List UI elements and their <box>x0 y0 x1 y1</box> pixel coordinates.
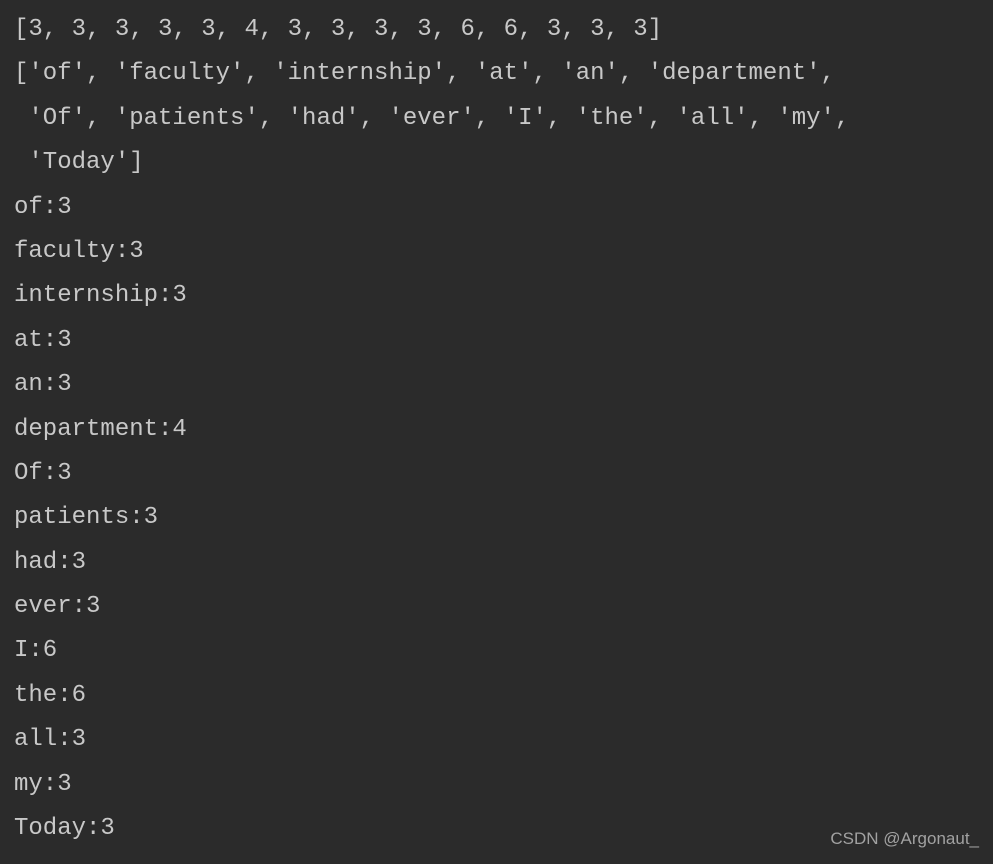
words-list-line: ['of', 'faculty', 'internship', 'at', 'a… <box>14 52 979 185</box>
watermark-text: CSDN @Argonaut_ <box>830 823 979 854</box>
word-count-line: Of:3 <box>14 452 979 496</box>
word-count-line: an:3 <box>14 363 979 407</box>
console-output: [3, 3, 3, 3, 3, 4, 3, 3, 3, 3, 6, 6, 3, … <box>14 8 979 851</box>
word-count-line: at:3 <box>14 319 979 363</box>
word-count-line: my:3 <box>14 763 979 807</box>
word-count-line: department:4 <box>14 408 979 452</box>
word-count-line: faculty:3 <box>14 230 979 274</box>
word-count-line: all:3 <box>14 718 979 762</box>
word-count-line: of:3 <box>14 186 979 230</box>
numbers-list-line: [3, 3, 3, 3, 3, 4, 3, 3, 3, 3, 6, 6, 3, … <box>14 8 979 52</box>
word-count-line: patients:3 <box>14 496 979 540</box>
word-count-line: ever:3 <box>14 585 979 629</box>
word-count-line: the:6 <box>14 674 979 718</box>
word-count-line: had:3 <box>14 541 979 585</box>
word-count-list: of:3faculty:3internship:3at:3an:3departm… <box>14 186 979 852</box>
word-count-line: internship:3 <box>14 274 979 318</box>
word-count-line: I:6 <box>14 629 979 673</box>
